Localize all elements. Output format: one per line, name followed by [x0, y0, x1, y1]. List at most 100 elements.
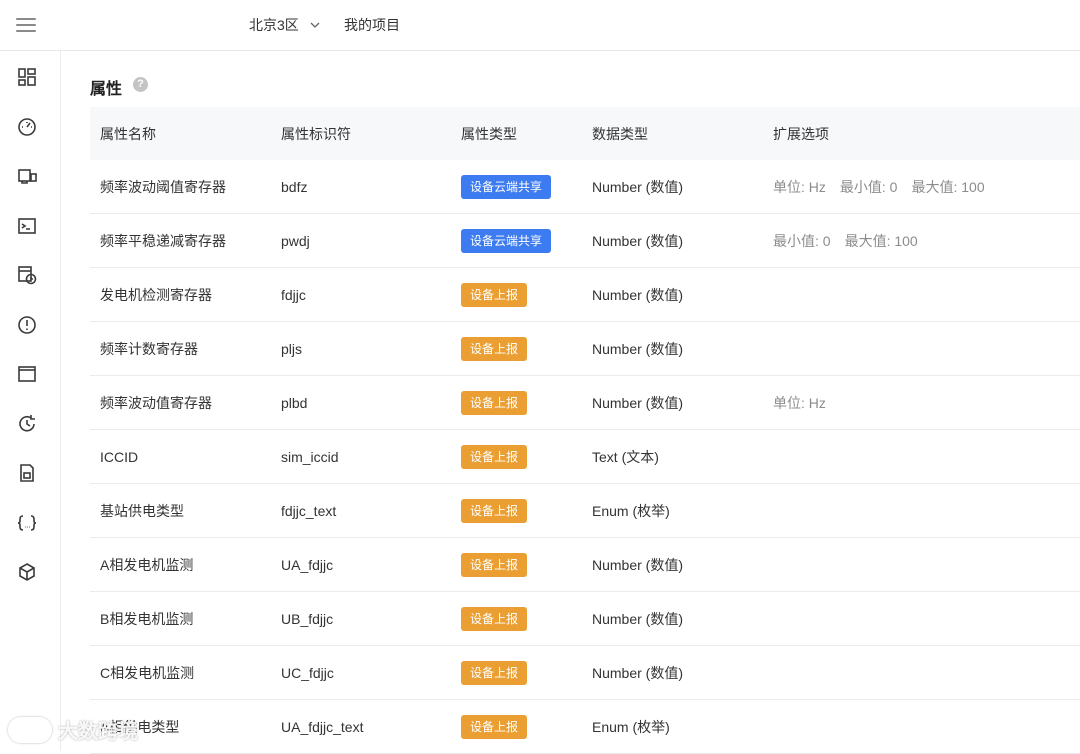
- window-icon[interactable]: [16, 363, 38, 385]
- extension-option: 单位: Hz: [773, 178, 826, 195]
- top-bar: 北京3区 我的项目: [0, 0, 1080, 51]
- property-name: 频率计数寄存器: [100, 340, 198, 357]
- gauge-icon[interactable]: [16, 116, 38, 138]
- extension-option: 最小值: 0: [839, 178, 898, 195]
- table-row[interactable]: 发电机检测寄存器 fdjjc 设备上报 Number (数值): [90, 268, 1080, 322]
- sim-card-icon[interactable]: [16, 462, 38, 484]
- property-name: A相发电机监测: [100, 556, 194, 573]
- alert-icon[interactable]: [16, 314, 38, 336]
- devices-icon[interactable]: [16, 165, 38, 187]
- property-type-badge: 设备上报: [461, 714, 528, 739]
- column-header[interactable]: 属性类型: [451, 124, 582, 144]
- property-identifier: UA_fdjjc_text: [281, 718, 364, 735]
- property-type-cell: 设备上报: [451, 336, 582, 361]
- property-type-badge: 设备上报: [461, 336, 528, 361]
- property-identifier: pwdj: [281, 232, 310, 249]
- property-name: ICCID: [100, 448, 139, 465]
- table-row[interactable]: 频率波动值寄存器 plbd 设备上报 Number (数值) 单位: Hz: [90, 376, 1080, 430]
- property-type-cell: 设备云端共享: [451, 174, 582, 199]
- table-row[interactable]: 基站供电类型 fdjjc_text 设备上报 Enum (枚举): [90, 484, 1080, 538]
- property-identifier: sim_iccid: [281, 448, 339, 465]
- data-type: Number (数值): [592, 286, 684, 303]
- table-body: 频率波动阈值寄存器 bdfz 设备云端共享 Number (数值) 单位: Hz 最小值:…: [90, 160, 1080, 754]
- property-type-badge: 设备云端共享: [461, 174, 552, 199]
- extension-option: 最小值: 0: [773, 232, 831, 249]
- table-row[interactable]: A相供电类型 UA_fdjjc_text 设备上报 Enum (枚举): [90, 700, 1080, 754]
- watermark: 大数跨境: [8, 715, 138, 744]
- property-type-badge: 设备云端共享: [461, 228, 552, 253]
- extension-options: 最小值: 0 最大值: 100: [763, 231, 1080, 251]
- property-identifier: plbd: [281, 394, 308, 411]
- property-type-badge: 设备上报: [461, 282, 528, 307]
- property-type-cell: 设备云端共享: [451, 228, 582, 253]
- property-type-cell: 设备上报: [451, 606, 582, 631]
- property-identifier: fdjjc: [281, 286, 306, 303]
- property-type-cell: 设备上报: [451, 282, 582, 307]
- data-type: Text (文本): [592, 448, 659, 465]
- extension-option: 单位: Hz: [773, 394, 826, 411]
- property-identifier: bdfz: [281, 178, 308, 195]
- table-row[interactable]: 频率计数寄存器 pljs 设备上报 Number (数值): [90, 322, 1080, 376]
- data-type: Number (数值): [592, 610, 684, 627]
- property-type-badge: 设备上报: [461, 552, 528, 577]
- package-icon[interactable]: [16, 561, 38, 583]
- property-identifier: UA_fdjjc: [281, 556, 334, 573]
- property-name: 频率波动阈值寄存器: [100, 178, 226, 195]
- property-identifier: UB_fdjjc: [281, 610, 334, 627]
- property-type-cell: 设备上报: [451, 552, 582, 577]
- property-type-cell: 设备上报: [451, 390, 582, 415]
- schedule-icon[interactable]: [16, 264, 38, 286]
- data-type: Number (数值): [592, 340, 684, 357]
- property-name: C相发电机监测: [100, 664, 195, 681]
- table-row[interactable]: A相发电机监测 UA_fdjjc 设备上报 Number (数值): [90, 538, 1080, 592]
- extension-options: 单位: Hz 最小值: 0 最大值: 100: [763, 177, 1080, 197]
- property-identifier: UC_fdjjc: [281, 664, 334, 681]
- table-row[interactable]: B相发电机监测 UB_fdjjc 设备上报 Number (数值): [90, 592, 1080, 646]
- menu-toggle-icon[interactable]: [14, 14, 38, 36]
- help-icon[interactable]: ?: [133, 77, 148, 92]
- region-selector[interactable]: 北京3区: [249, 15, 321, 35]
- extension-options: 单位: Hz: [763, 393, 1080, 413]
- data-type: Number (数值): [592, 232, 684, 249]
- data-type: Number (数值): [592, 556, 684, 573]
- data-type: Number (数值): [592, 664, 684, 681]
- project-link[interactable]: 我的项目: [344, 15, 400, 35]
- region-label: 北京3区: [249, 17, 299, 33]
- section-title: 属性: [90, 81, 123, 98]
- sidebar: [0, 51, 61, 751]
- terminal-icon[interactable]: [16, 215, 38, 237]
- table-row[interactable]: 频率平稳递减寄存器 pwdj 设备云端共享 Number (数值) 最小值: 0 最大值:…: [90, 214, 1080, 268]
- main-content: 属性 ? 属性名称 属性标识符 属性类型 数据类型 扩展选项 频率波动阈值寄存器…: [61, 51, 1080, 754]
- properties-table: 属性名称 属性标识符 属性类型 数据类型 扩展选项 频率波动阈值寄存器 bdfz 设…: [90, 107, 1080, 754]
- column-header[interactable]: 属性标识符: [271, 124, 451, 144]
- column-header[interactable]: 扩展选项: [763, 124, 1080, 144]
- column-header[interactable]: 数据类型: [582, 124, 763, 144]
- table-row[interactable]: C相发电机监测 UC_fdjjc 设备上报 Number (数值): [90, 646, 1080, 700]
- data-type: Number (数值): [592, 394, 684, 411]
- table-row[interactable]: ICCID sim_iccid 设备上报 Text (文本): [90, 430, 1080, 484]
- property-name: B相发电机监测: [100, 610, 194, 627]
- code-braces-icon[interactable]: [16, 512, 38, 534]
- property-identifier: fdjjc_text: [281, 502, 337, 519]
- dashboard-icon[interactable]: [16, 66, 38, 88]
- property-name: 发电机检测寄存器: [100, 286, 212, 303]
- chevron-down-icon: [310, 22, 320, 28]
- property-type-cell: 设备上报: [451, 498, 582, 523]
- property-identifier: pljs: [281, 340, 303, 357]
- extension-option: 最大值: 100: [844, 232, 918, 249]
- property-type-badge: 设备上报: [461, 606, 528, 631]
- property-type-badge: 设备上报: [461, 660, 528, 685]
- data-type: Enum (枚举): [592, 718, 670, 735]
- table-row[interactable]: 频率波动阈值寄存器 bdfz 设备云端共享 Number (数值) 单位: Hz 最小值:…: [90, 160, 1080, 214]
- property-type-cell: 设备上报: [451, 714, 582, 739]
- history-icon[interactable]: [16, 413, 38, 435]
- column-header[interactable]: 属性名称: [90, 124, 271, 144]
- watermark-text: 大数跨境: [58, 721, 138, 743]
- property-type-cell: 设备上报: [451, 660, 582, 685]
- property-name: 频率平稳递减寄存器: [100, 232, 226, 249]
- property-type-badge: 设备上报: [461, 390, 528, 415]
- data-type: Enum (枚举): [592, 502, 670, 519]
- property-type-cell: 设备上报: [451, 444, 582, 469]
- table-header: 属性名称 属性标识符 属性类型 数据类型 扩展选项: [90, 107, 1080, 160]
- data-type: Number (数值): [592, 178, 684, 195]
